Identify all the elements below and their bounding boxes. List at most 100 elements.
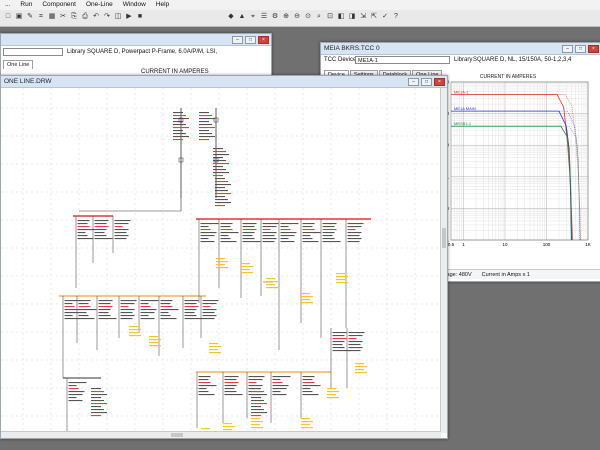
toolbar-button-icon[interactable]: ⎘ bbox=[70, 13, 78, 21]
component-label bbox=[220, 232, 239, 234]
toolbar-button-icon[interactable]: ? bbox=[392, 13, 400, 21]
toolbar-button-icon[interactable]: ⊙ bbox=[304, 13, 312, 21]
toolbar-button-icon[interactable]: ◨ bbox=[348, 13, 356, 21]
component-label bbox=[91, 400, 104, 402]
toolbar-button-icon[interactable]: ✎ bbox=[26, 13, 34, 21]
oneline-window[interactable]: ONE LINE.DRW – □ × bbox=[0, 75, 448, 439]
highlight-label bbox=[251, 427, 263, 429]
toolbar-button-icon[interactable]: ☰ bbox=[260, 13, 268, 21]
component-label bbox=[224, 394, 243, 396]
component-label bbox=[332, 332, 347, 334]
component-label bbox=[160, 318, 177, 320]
component-label bbox=[198, 394, 215, 396]
component-label bbox=[302, 229, 315, 231]
component-label bbox=[302, 382, 315, 384]
component-label bbox=[173, 124, 186, 126]
highlight-label bbox=[223, 426, 235, 428]
device-list-select[interactable]: ME1A-1 bbox=[355, 56, 450, 64]
toolbar-button-icon[interactable]: ▲ bbox=[238, 13, 246, 21]
toolbar-button-icon[interactable]: ⚙ bbox=[271, 13, 279, 21]
highlight-label bbox=[336, 282, 348, 284]
maximize-button[interactable]: □ bbox=[421, 78, 432, 86]
minimize-button[interactable]: – bbox=[562, 45, 573, 53]
series-label: MESB1-1 bbox=[454, 121, 472, 126]
minimize-button[interactable]: – bbox=[408, 78, 419, 86]
component-label bbox=[78, 300, 91, 302]
component-label bbox=[213, 172, 229, 174]
component-label bbox=[77, 235, 88, 237]
toolbar-button-icon[interactable]: ◧ bbox=[337, 13, 345, 21]
toolbar-button-icon[interactable]: ⇲ bbox=[359, 13, 367, 21]
component-label bbox=[160, 309, 179, 311]
toolbar-button-icon[interactable]: ◫ bbox=[114, 13, 122, 21]
toolbar-button-icon[interactable]: ✓ bbox=[381, 13, 389, 21]
maximize-button[interactable]: □ bbox=[575, 45, 586, 53]
component-label bbox=[78, 303, 89, 305]
component-label bbox=[272, 388, 287, 390]
menu-bar: ... Run Component One-Line Window Help bbox=[0, 0, 600, 10]
library-type-select[interactable] bbox=[3, 48, 63, 56]
toolbar-button-icon[interactable]: □ bbox=[4, 13, 12, 21]
close-button[interactable]: × bbox=[588, 45, 599, 53]
menu-item[interactable]: Component bbox=[37, 0, 81, 10]
menu-item[interactable]: One-Line bbox=[81, 0, 118, 10]
window-title: MEIA BKRS.TCC 0 – □ × bbox=[321, 43, 600, 55]
menu-item[interactable]: Window bbox=[118, 0, 151, 10]
toolbar-button-icon[interactable]: ⌖ bbox=[249, 13, 257, 21]
tab-one-line[interactable]: One Line bbox=[3, 60, 34, 69]
minimize-button[interactable]: – bbox=[232, 36, 243, 44]
horizontal-scrollbar[interactable] bbox=[1, 431, 441, 438]
toolbar-button-icon[interactable]: ◆ bbox=[227, 13, 235, 21]
toolbar-button-icon[interactable]: ⌕ bbox=[315, 13, 323, 21]
x-tick-label: 1 bbox=[462, 242, 465, 247]
component-label bbox=[302, 394, 319, 396]
menu-item[interactable]: Run bbox=[15, 0, 37, 10]
highlight-label bbox=[266, 278, 275, 280]
component-label bbox=[198, 388, 207, 390]
component-label bbox=[120, 315, 135, 317]
component-label bbox=[348, 347, 363, 349]
highlight-label bbox=[266, 281, 278, 283]
maximize-button[interactable]: □ bbox=[245, 36, 256, 44]
component-label bbox=[114, 238, 127, 240]
toolbar-button-icon[interactable]: ⎙ bbox=[81, 13, 89, 21]
component-label bbox=[272, 394, 287, 396]
toolbar-button-icon[interactable]: ⊕ bbox=[282, 13, 290, 21]
component-label bbox=[220, 241, 237, 243]
toolbar-button-icon[interactable]: ■ bbox=[136, 13, 144, 21]
component-label bbox=[220, 226, 231, 228]
close-button[interactable]: × bbox=[434, 78, 445, 86]
component-label bbox=[248, 385, 263, 387]
toolbar-button-icon[interactable]: ⌗ bbox=[37, 13, 45, 21]
component-label bbox=[202, 303, 217, 305]
toolbar-button-icon[interactable]: ▶ bbox=[125, 13, 133, 21]
component-label bbox=[64, 309, 81, 311]
component-label bbox=[184, 309, 197, 311]
toolbar-button-icon[interactable]: ⊡ bbox=[326, 13, 334, 21]
vertical-scrollbar[interactable] bbox=[440, 88, 447, 433]
toolbar-button-icon[interactable]: ▣ bbox=[15, 13, 23, 21]
component-label bbox=[120, 309, 135, 311]
component-label bbox=[213, 160, 226, 162]
component-label bbox=[213, 175, 223, 177]
component-label bbox=[140, 306, 151, 308]
highlight-label bbox=[336, 273, 345, 275]
component-label bbox=[302, 379, 313, 381]
highlight-label bbox=[266, 287, 278, 289]
tcc-library-label: Library bbox=[454, 57, 473, 63]
component-label bbox=[64, 306, 75, 308]
toolbar-button-icon[interactable]: ⊖ bbox=[293, 13, 301, 21]
component-label bbox=[248, 382, 257, 384]
window-controls: – □ × bbox=[562, 45, 599, 53]
component-label bbox=[114, 229, 129, 231]
component-label bbox=[77, 238, 94, 240]
toolbar-button-icon[interactable]: ✂ bbox=[59, 13, 67, 21]
toolbar-button-icon[interactable]: ▦ bbox=[48, 13, 56, 21]
menu-item[interactable]: ... bbox=[0, 0, 15, 10]
toolbar-button-icon[interactable]: ↶ bbox=[92, 13, 100, 21]
toolbar-button-icon[interactable]: ↷ bbox=[103, 13, 111, 21]
toolbar-button-icon[interactable]: ⇱ bbox=[370, 13, 378, 21]
menu-item[interactable]: Help bbox=[151, 0, 174, 10]
close-button[interactable]: × bbox=[258, 36, 269, 44]
oneline-drawing-canvas[interactable] bbox=[1, 88, 439, 433]
